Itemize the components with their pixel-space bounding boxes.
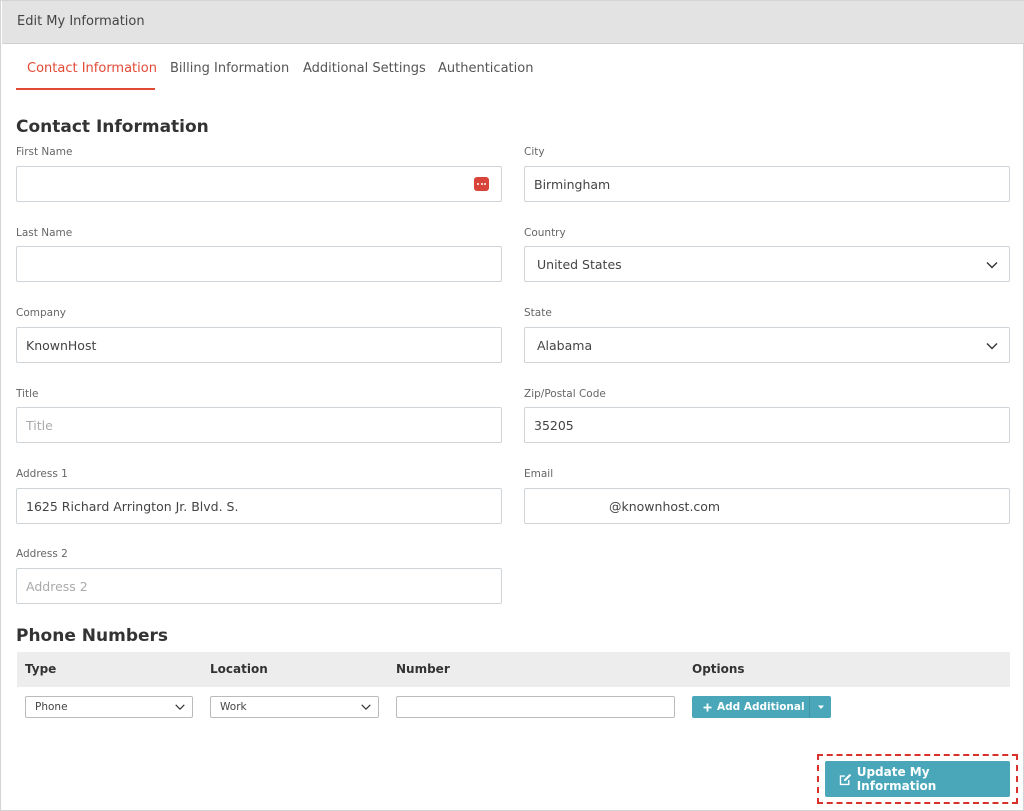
address2-field[interactable]: Address 2 <box>16 568 502 604</box>
add-additional-button[interactable]: Add Additional <box>692 696 809 718</box>
city-label: City <box>524 146 545 158</box>
plus-icon <box>703 703 712 712</box>
last-name-label: Last Name <box>16 227 72 239</box>
edit-icon <box>839 773 852 786</box>
column-number: Number <box>396 662 450 676</box>
title-label: Title <box>16 388 39 400</box>
add-options-dropdown-button[interactable] <box>809 696 831 718</box>
add-additional-label: Add Additional <box>717 701 805 713</box>
column-location: Location <box>210 662 268 676</box>
address2-label: Address 2 <box>16 548 68 560</box>
chevron-down-icon <box>985 339 999 353</box>
first-name-label: First Name <box>16 146 72 158</box>
phone-number-input[interactable] <box>396 696 675 718</box>
state-value: Alabama <box>537 338 592 353</box>
last-name-field[interactable] <box>16 246 502 282</box>
address2-placeholder: Address 2 <box>26 579 88 594</box>
chevron-down-icon <box>360 701 372 713</box>
tab-contact-information[interactable]: Contact Information <box>16 61 155 90</box>
email-value: @knownhost.com <box>609 499 720 514</box>
section-title-contact: Contact Information <box>16 117 209 137</box>
country-select[interactable]: United States <box>524 246 1010 282</box>
state-select[interactable]: Alabama <box>524 327 1010 363</box>
country-label: Country <box>524 227 566 239</box>
email-label: Email <box>524 468 553 480</box>
first-name-field[interactable] <box>16 166 502 202</box>
phone-type-value: Phone <box>35 701 68 713</box>
update-my-information-button[interactable]: Update My Information <box>825 761 1010 797</box>
tab-billing-information[interactable]: Billing Information <box>170 61 289 90</box>
company-field[interactable]: KnownHost <box>16 327 502 363</box>
tab-additional-settings[interactable]: Additional Settings <box>303 61 426 90</box>
country-value: United States <box>537 257 622 272</box>
zip-field[interactable]: 35205 <box>524 407 1010 443</box>
zip-label: Zip/Postal Code <box>524 388 606 400</box>
chevron-down-icon <box>985 258 999 272</box>
address1-value: 1625 Richard Arrington Jr. Blvd. S. <box>26 499 238 514</box>
city-field[interactable]: Birmingham <box>524 166 1010 202</box>
panel-title: Edit My Information <box>17 14 145 29</box>
company-label: Company <box>16 307 66 319</box>
panel-header: Edit My Information <box>2 1 1024 44</box>
dots-icon[interactable] <box>474 177 489 191</box>
phone-location-value: Work <box>220 701 247 713</box>
phone-location-select[interactable]: Work <box>210 696 379 718</box>
update-my-information-label: Update My Information <box>857 765 1010 793</box>
zip-value: 35205 <box>534 418 574 433</box>
email-field[interactable]: @knownhost.com <box>524 488 1010 524</box>
section-title-phone: Phone Numbers <box>16 626 168 646</box>
column-type: Type <box>25 662 56 676</box>
state-label: State <box>524 307 552 319</box>
phone-table-header: Type Location Number Options <box>17 652 1010 687</box>
column-options: Options <box>692 662 745 676</box>
address1-label: Address 1 <box>16 468 68 480</box>
company-value: KnownHost <box>26 338 96 353</box>
caret-down-icon <box>817 705 825 710</box>
tab-authentication[interactable]: Authentication <box>438 61 533 90</box>
phone-type-select[interactable]: Phone <box>25 696 193 718</box>
city-value: Birmingham <box>534 177 610 192</box>
title-placeholder: Title <box>26 418 53 433</box>
address1-field[interactable]: 1625 Richard Arrington Jr. Blvd. S. <box>16 488 502 524</box>
chevron-down-icon <box>174 701 186 713</box>
title-field[interactable]: Title <box>16 407 502 443</box>
edit-info-panel: Edit My Information Contact Information … <box>0 0 1024 811</box>
